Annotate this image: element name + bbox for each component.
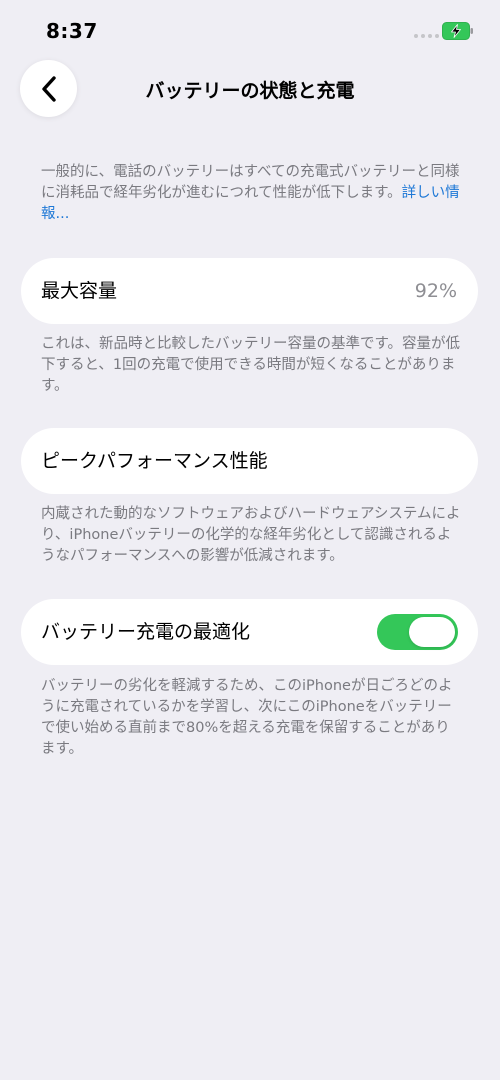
- battery-health-screen: 8:37 バッテリーの状態と充電 一般的に、電話のバッテリーはすべての充電式バッ…: [0, 0, 500, 1080]
- optimized-charging-description: バッテリーの劣化を軽減するため、このiPhoneが日ごろどのように充電されている…: [41, 678, 453, 757]
- battery-charging-icon: [442, 22, 473, 40]
- intro-text: 一般的に、電話のバッテリーはすべての充電式バッテリーと同様に消耗品で経年劣化が進…: [41, 164, 460, 201]
- toggle-knob: [409, 617, 455, 647]
- optimized-charging-row: バッテリー充電の最適化: [21, 599, 478, 665]
- status-bar: 8:37: [0, 0, 500, 60]
- intro-text-block: 一般的に、電話のバッテリーはすべての充電式バッテリーと同様に消耗品で経年劣化が進…: [41, 162, 461, 225]
- optimized-charging-toggle[interactable]: [377, 614, 458, 650]
- maximum-capacity-row: 最大容量 92%: [21, 258, 478, 324]
- peak-performance-row: ピークパフォーマンス性能: [21, 428, 478, 494]
- signal-dots-icon: [414, 34, 439, 38]
- peak-performance-label: ピークパフォーマンス性能: [41, 450, 268, 472]
- optimized-charging-label: バッテリー充電の最適化: [41, 621, 251, 643]
- maximum-capacity-description: これは、新品時と比較したバッテリー容量の基準です。容量が低下すると、1回の充電で…: [41, 336, 461, 394]
- maximum-capacity-value: 92%: [414, 280, 457, 302]
- page-title: バッテリーの状態と充電: [145, 80, 355, 102]
- peak-performance-description: 内蔵された動的なソフトウェアおよびハードウェアシステムにより、iPhoneバッテ…: [41, 506, 461, 564]
- status-time: 8:37: [46, 19, 98, 43]
- maximum-capacity-label: 最大容量: [41, 280, 118, 302]
